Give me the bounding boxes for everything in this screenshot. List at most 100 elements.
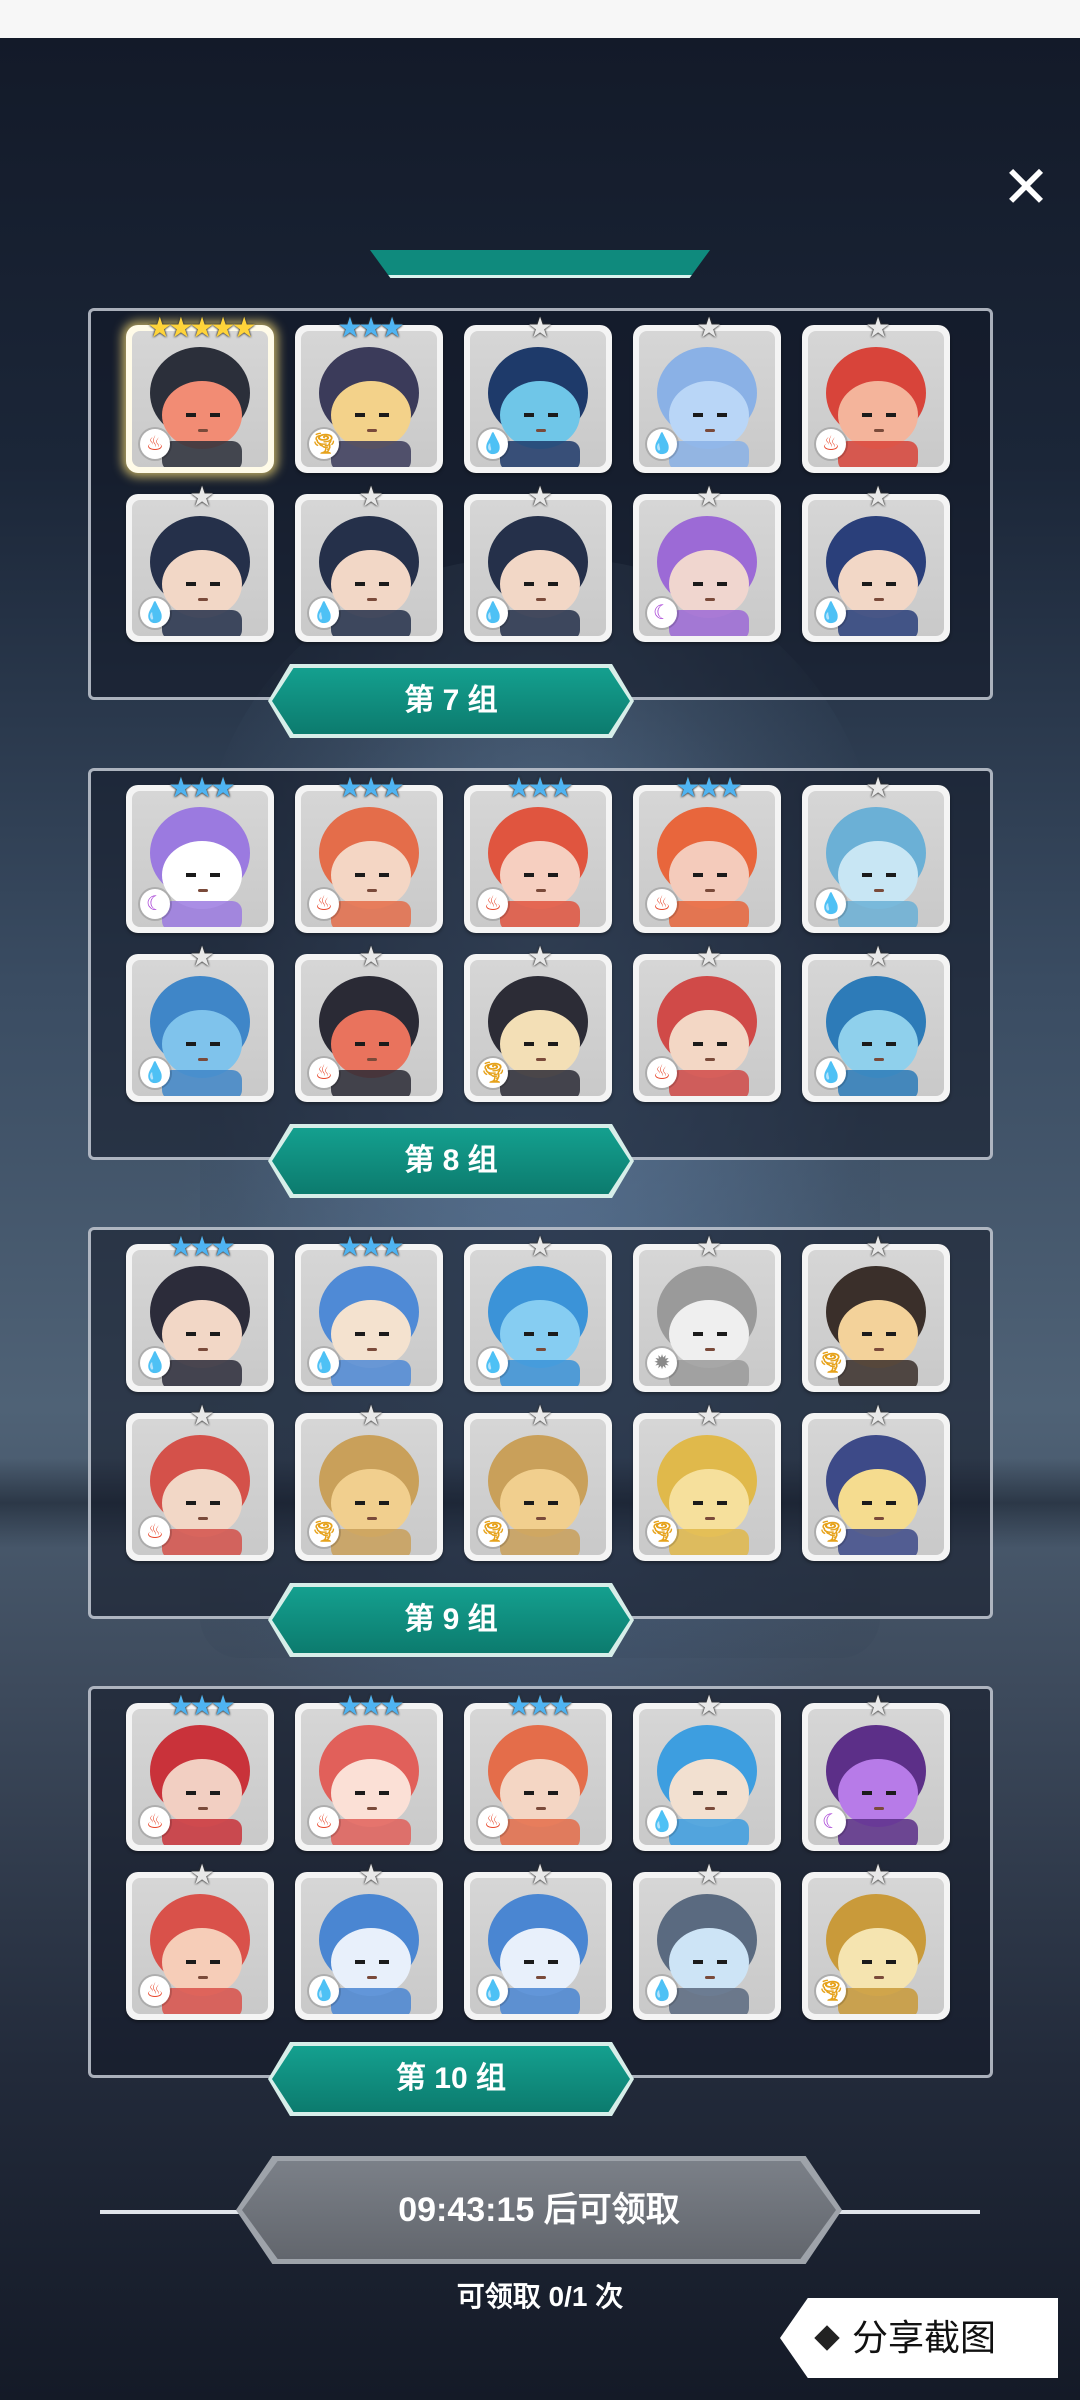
fire-element-icon: ♨ xyxy=(478,889,508,919)
fire-element-icon: ♨ xyxy=(647,1058,677,1088)
hero-card[interactable]: ✹ ★ xyxy=(633,1232,781,1392)
hero-portrait-frame: 💧 xyxy=(639,331,775,467)
wind-element-icon: 🌪 xyxy=(478,1058,508,1088)
dark-element-icon: ☾ xyxy=(647,598,677,628)
group-panel: ☾ ★★★ ♨ ★★★ ♨ ★★★ ♨ ★★★ 💧 ★ 💧 ★ ♨ ★ 🌪 ★ ♨ ★ 💧 ★ xyxy=(88,768,993,1160)
hero-grid: 💧 ★★★ 💧 ★★★ 💧 ★ ✹ ★ 🌪 ★ ♨ ★ 🌪 ★ 🌪 ★ 🌪 ★ 🌪 ★ xyxy=(126,1232,950,1561)
star-rating: ★ xyxy=(527,481,552,512)
hero-card[interactable]: 💧 ★ xyxy=(633,313,781,473)
hero-grid: ♨ ★★★★★ 🌪 ★★★ 💧 ★ 💧 ★ ♨ ★ 💧 ★ 💧 ★ 💧 ★ ☾ ★ 💧 ★ xyxy=(126,313,950,642)
hero-card[interactable]: 💧 ★ xyxy=(126,482,274,642)
hero-card[interactable]: 💧 ★ xyxy=(633,1860,781,2020)
hero-card[interactable]: ♨ ★★★ xyxy=(126,1691,274,1851)
star-rating: ★ xyxy=(358,1859,383,1890)
hero-portrait-frame: 💧 xyxy=(808,960,944,1096)
hero-card[interactable]: ♨ ★ xyxy=(633,942,781,1102)
group-panel: 💧 ★★★ 💧 ★★★ 💧 ★ ✹ ★ 🌪 ★ ♨ ★ 🌪 ★ 🌪 ★ 🌪 ★ 🌪 ★ xyxy=(88,1227,993,1619)
wind-element-icon: 🌪 xyxy=(309,1517,339,1547)
star-rating: ★ xyxy=(527,1231,552,1262)
previous-group-ribbon xyxy=(370,250,710,278)
star-rating: ★ xyxy=(189,481,214,512)
hero-card[interactable]: ☾ ★ xyxy=(802,1691,950,1851)
star-rating: ★ xyxy=(696,1859,721,1890)
hero-portrait-frame: ♨ xyxy=(301,1709,437,1845)
hero-card[interactable]: 💧 ★ xyxy=(295,1860,443,2020)
timer-divider-right xyxy=(830,2210,980,2214)
hero-card[interactable]: 💧 ★ xyxy=(633,1691,781,1851)
hero-card[interactable]: ♨ ★★★ xyxy=(295,1691,443,1851)
hero-card[interactable]: ♨ ★★★ xyxy=(464,1691,612,1851)
hero-card[interactable]: ♨ ★★★ xyxy=(633,773,781,933)
star-rating: ★ xyxy=(696,312,721,343)
hero-card[interactable]: 🌪 ★ xyxy=(802,1232,950,1392)
hero-card[interactable]: 🌪 ★ xyxy=(295,1401,443,1561)
hero-portrait-frame: 💧 xyxy=(470,500,606,636)
hero-card[interactable]: 🌪 ★ xyxy=(802,1860,950,2020)
wind-element-icon: 🌪 xyxy=(816,1976,846,2006)
star-rating: ★★★★★ xyxy=(147,312,257,343)
hero-portrait-frame: 🌪 xyxy=(808,1878,944,2014)
hero-card[interactable]: 💧 ★ xyxy=(126,942,274,1102)
fire-element-icon: ♨ xyxy=(140,1976,170,2006)
star-rating: ★ xyxy=(189,1400,214,1431)
hero-card[interactable]: ♨ ★ xyxy=(295,942,443,1102)
wind-element-icon: 🌪 xyxy=(647,1517,677,1547)
hero-portrait-frame: 💧 xyxy=(301,1878,437,2014)
hero-portrait-frame: ♨ xyxy=(808,331,944,467)
water-element-icon: 💧 xyxy=(309,1348,339,1378)
water-element-icon: 💧 xyxy=(140,1348,170,1378)
water-element-icon: 💧 xyxy=(478,429,508,459)
star-rating: ★ xyxy=(865,941,890,972)
group-label: 第 9 组 xyxy=(272,1587,630,1653)
star-rating: ★★★ xyxy=(506,1690,573,1721)
hero-portrait-frame: 💧 xyxy=(301,1250,437,1386)
hero-card[interactable]: ♨ ★★★★★ xyxy=(126,313,274,473)
hero-card[interactable]: 🌪 ★ xyxy=(464,1401,612,1561)
close-button[interactable]: ✕ xyxy=(998,159,1054,217)
hero-portrait-frame: 💧 xyxy=(132,500,268,636)
hero-card[interactable]: 💧 ★ xyxy=(802,482,950,642)
star-rating: ★ xyxy=(696,1231,721,1262)
hero-card[interactable]: ♨ ★ xyxy=(126,1401,274,1561)
hero-card[interactable]: 🌪 ★ xyxy=(802,1401,950,1561)
hero-card[interactable]: ☾ ★★★ xyxy=(126,773,274,933)
fire-element-icon: ♨ xyxy=(309,889,339,919)
hero-card[interactable]: ♨ ★ xyxy=(126,1860,274,2020)
hero-card[interactable]: 🌪 ★ xyxy=(633,1401,781,1561)
hero-card[interactable]: 💧 ★ xyxy=(464,482,612,642)
share-screenshot-button[interactable]: 分享截图 xyxy=(780,2298,1058,2378)
claim-countdown-button[interactable]: 09:43:15 后可领取 xyxy=(242,2161,836,2259)
hero-portrait-frame: 💧 xyxy=(301,500,437,636)
star-rating: ★ xyxy=(865,1690,890,1721)
timer-divider-left xyxy=(100,2210,250,2214)
hero-portrait-frame: ♨ xyxy=(470,791,606,927)
hero-portrait-frame: ♨ xyxy=(470,1709,606,1845)
water-element-icon: 💧 xyxy=(816,1058,846,1088)
hero-card[interactable]: 💧 ★ xyxy=(295,482,443,642)
hero-card[interactable]: 💧 ★ xyxy=(802,773,950,933)
hero-card[interactable]: 💧 ★★★ xyxy=(126,1232,274,1392)
fire-element-icon: ♨ xyxy=(140,1807,170,1837)
hero-card[interactable]: ♨ ★★★ xyxy=(295,773,443,933)
hero-card[interactable]: ☾ ★ xyxy=(633,482,781,642)
dark-element-icon: ☾ xyxy=(140,889,170,919)
hero-card[interactable]: 💧 ★ xyxy=(802,942,950,1102)
water-element-icon: 💧 xyxy=(140,598,170,628)
hero-card[interactable]: 💧 ★ xyxy=(464,1232,612,1392)
hero-card[interactable]: 💧 ★ xyxy=(464,313,612,473)
star-rating: ★★★ xyxy=(168,1231,235,1262)
hero-card[interactable]: ♨ ★★★ xyxy=(464,773,612,933)
star-rating: ★★★ xyxy=(337,772,404,803)
hero-card[interactable]: 🌪 ★ xyxy=(464,942,612,1102)
hero-card[interactable]: ♨ ★ xyxy=(802,313,950,473)
hero-grid: ☾ ★★★ ♨ ★★★ ♨ ★★★ ♨ ★★★ 💧 ★ 💧 ★ ♨ ★ 🌪 ★ ♨ ★ 💧 ★ xyxy=(126,773,950,1102)
star-rating: ★ xyxy=(696,1400,721,1431)
fire-element-icon: ♨ xyxy=(816,429,846,459)
hero-card[interactable]: 🌪 ★★★ xyxy=(295,313,443,473)
water-element-icon: 💧 xyxy=(647,1976,677,2006)
hero-card[interactable]: 💧 ★★★ xyxy=(295,1232,443,1392)
group-panel: ♨ ★★★ ♨ ★★★ ♨ ★★★ 💧 ★ ☾ ★ ♨ ★ 💧 ★ 💧 ★ 💧 ★ 🌪 ★ xyxy=(88,1686,993,2078)
hero-card[interactable]: 💧 ★ xyxy=(464,1860,612,2020)
water-element-icon: 💧 xyxy=(309,1976,339,2006)
hero-grid: ♨ ★★★ ♨ ★★★ ♨ ★★★ 💧 ★ ☾ ★ ♨ ★ 💧 ★ 💧 ★ 💧 ★ 🌪 ★ xyxy=(126,1691,950,2020)
